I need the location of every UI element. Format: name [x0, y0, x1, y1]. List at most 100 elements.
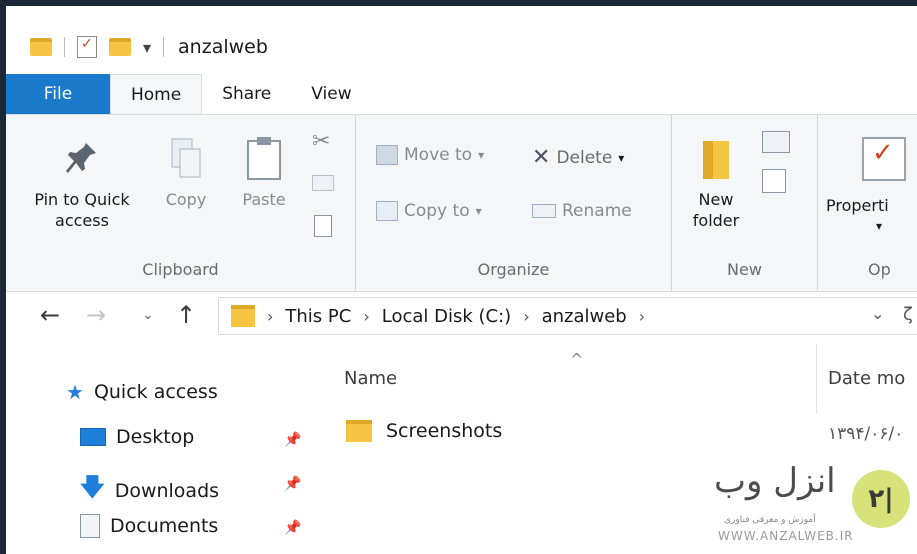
star-icon: ★	[66, 380, 84, 404]
organize-group-label: Organize	[477, 260, 550, 279]
chevron-down-icon: ▾	[478, 148, 485, 162]
quick-access-label: Quick access	[93, 381, 218, 403]
copy-label: Copy	[165, 190, 207, 209]
ribbon-tabs: File Home Share View	[6, 74, 917, 114]
chevron-down-icon: ▾	[618, 150, 625, 165]
column-header-date-modified[interactable]: Date mo	[828, 368, 905, 389]
breadcrumb-this-pc[interactable]: This PC	[285, 306, 351, 327]
open-group: ✓ Properti ▾ Op	[818, 115, 917, 291]
quick-access-toolbar: ▾ anzalweb	[30, 30, 268, 64]
pin-label-line2: access	[55, 211, 109, 230]
column-divider[interactable]	[816, 344, 817, 414]
watermark-text: انزل وب	[714, 461, 836, 501]
copy-icon	[168, 137, 204, 181]
rename-label: Rename	[562, 201, 632, 221]
new-group: New folder New	[672, 115, 818, 291]
forward-arrow-icon[interactable]: →	[86, 301, 106, 329]
tab-file[interactable]: File	[6, 74, 110, 114]
up-arrow-icon[interactable]: ↑	[176, 301, 196, 329]
window-title: anzalweb	[178, 36, 268, 58]
breadcrumb-separator: ›	[638, 306, 646, 326]
sort-ascending-icon: ^	[570, 350, 584, 369]
properties-icon[interactable]	[77, 36, 97, 58]
cut-icon[interactable]: ✂	[312, 129, 330, 154]
recent-locations-chevron-icon[interactable]: ⌄	[142, 307, 154, 323]
breadcrumb-separator: ›	[363, 306, 370, 326]
new-folder-button[interactable]: New folder	[686, 137, 746, 231]
title-bar: ▾ anzalweb	[6, 6, 917, 82]
move-to-label: Move to	[404, 145, 473, 165]
rename-button[interactable]: Rename	[532, 201, 632, 221]
copy-button[interactable]: Copy	[156, 137, 216, 210]
watermark-logo: ۲|	[852, 470, 910, 528]
pin-icon[interactable]: 📌	[284, 476, 301, 492]
rename-icon	[532, 204, 556, 218]
navigation-bar: ← → ⌄ ↑ › This PC › Local Disk (C:) › an…	[6, 293, 917, 343]
watermark-logo-letters: ۲|	[868, 484, 894, 514]
folder-icon	[30, 38, 52, 56]
properties-label: Properti	[826, 196, 889, 215]
properties-icon: ✓	[862, 137, 906, 181]
customize-toolbar-dropdown[interactable]: ▾	[143, 38, 151, 57]
tab-home[interactable]: Home	[110, 74, 203, 114]
folder-icon	[699, 137, 733, 181]
nav-quick-access[interactable]: ★ Quick access	[66, 380, 218, 404]
open-group-label: Op	[868, 260, 891, 279]
divider	[163, 37, 165, 57]
desktop-icon	[80, 428, 106, 446]
delete-button[interactable]: ✕ Delete ▾	[532, 145, 624, 170]
clipboard-group-label: Clipboard	[142, 260, 219, 279]
nav-item-downloads[interactable]: 🡇 Downloads	[80, 470, 219, 511]
copy-to-label: Copy to	[404, 201, 470, 221]
pin-icon[interactable]: 📌	[284, 520, 301, 536]
breadcrumb-local-disk[interactable]: Local Disk (C:)	[382, 306, 511, 327]
copy-to-icon	[376, 201, 398, 221]
main-content: ★ Quick access Desktop 📌 🡇 Downloads 📌 D…	[6, 344, 917, 554]
clipboard-group: Pin to Quick access Copy Paste ✂ Clipboa…	[6, 115, 356, 291]
copy-path-icon[interactable]	[312, 175, 334, 191]
move-to-button[interactable]: Move to ▾	[376, 145, 484, 165]
file-name: Screenshots	[386, 420, 503, 442]
new-group-label: New	[727, 260, 762, 279]
documents-icon	[80, 514, 100, 538]
new-item-icon[interactable]	[762, 131, 790, 153]
breadcrumb-separator: ›	[267, 306, 274, 326]
chevron-down-icon: ▾	[475, 204, 482, 218]
breadcrumb-separator: ›	[523, 306, 530, 326]
paste-button[interactable]: Paste	[236, 135, 292, 210]
nav-item-documents[interactable]: Documents	[80, 514, 218, 538]
paste-label: Paste	[242, 190, 286, 209]
desktop-label: Desktop	[116, 426, 195, 448]
address-dropdown-icon[interactable]: ⌄	[871, 304, 884, 323]
copy-to-button[interactable]: Copy to ▾	[376, 201, 482, 221]
refresh-icon[interactable]: ζ	[903, 304, 913, 325]
easy-access-icon[interactable]	[762, 169, 786, 193]
properties-dropdown[interactable]: ▾	[876, 216, 917, 237]
watermark-url: WWW.ANZALWEB.IR	[718, 529, 854, 543]
paste-shortcut-icon[interactable]	[314, 215, 332, 237]
delete-label: Delete	[556, 147, 613, 168]
tab-share[interactable]: Share	[202, 74, 291, 114]
file-row[interactable]: Screenshots	[346, 420, 502, 442]
column-header-name[interactable]: Name	[344, 368, 397, 389]
back-arrow-icon[interactable]: ←	[40, 301, 60, 329]
download-arrow-icon: 🡇	[80, 473, 105, 501]
nav-item-desktop[interactable]: Desktop	[80, 426, 194, 448]
move-to-icon	[376, 145, 398, 165]
pin-label-line1: Pin to Quick	[34, 190, 130, 209]
new-folder-icon[interactable]	[109, 38, 131, 56]
tab-view[interactable]: View	[291, 74, 371, 114]
properties-button[interactable]: ✓ Properti ▾	[826, 137, 917, 237]
downloads-label: Downloads	[114, 479, 220, 502]
folder-icon	[346, 420, 372, 442]
breadcrumb-anzalweb[interactable]: anzalweb	[542, 306, 627, 327]
file-date: ۱۳۹۴/۰۶/۰	[828, 424, 904, 444]
documents-label: Documents	[110, 515, 219, 537]
address-bar[interactable]: › This PC › Local Disk (C:) › anzalweb ›…	[218, 297, 917, 335]
pin-icon	[62, 137, 102, 181]
pin-icon[interactable]: 📌	[284, 432, 301, 448]
divider	[64, 37, 65, 57]
ribbon: Pin to Quick access Copy Paste ✂ Clipboa…	[6, 114, 917, 292]
pin-to-quick-access-button[interactable]: Pin to Quick access	[22, 137, 142, 231]
new-folder-line1: New	[698, 190, 734, 209]
